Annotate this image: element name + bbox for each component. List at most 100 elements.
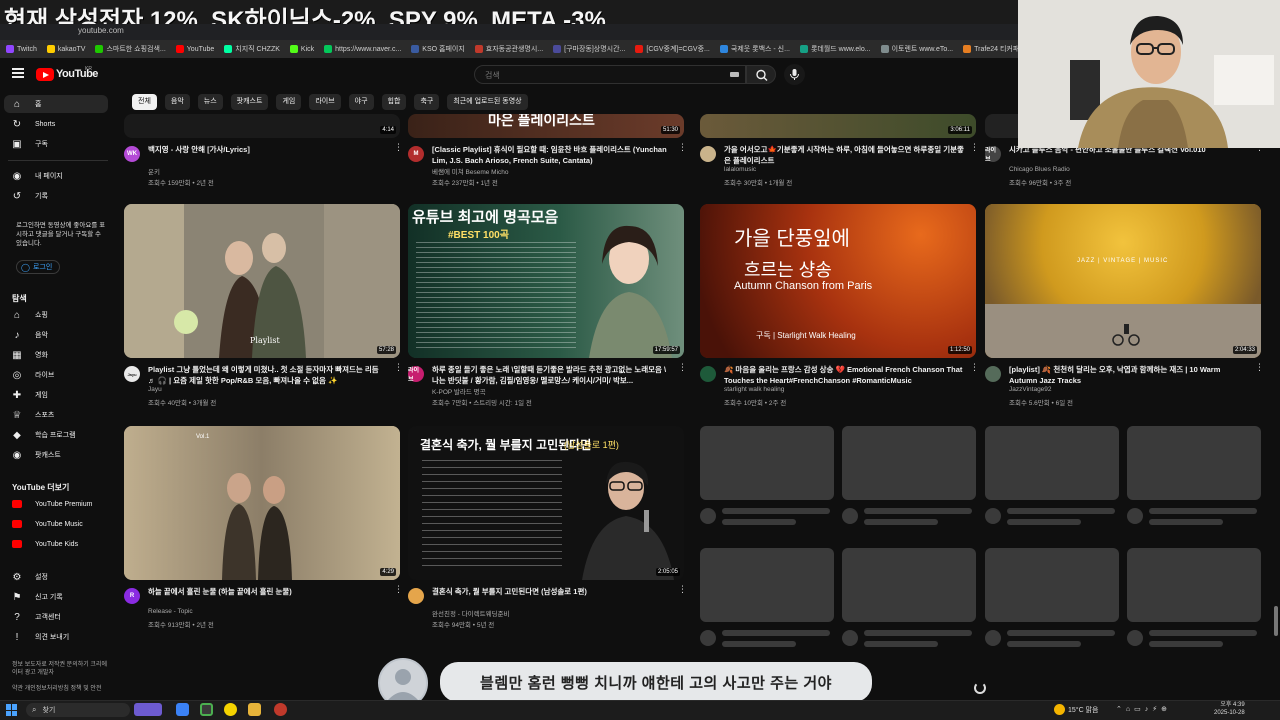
sidebar-item[interactable]: ↺ 기록 <box>4 187 108 205</box>
bookmark-item[interactable]: KSO 홈페이지 <box>411 44 465 54</box>
taskbar-app-explorer[interactable] <box>248 703 261 716</box>
video-thumbnail[interactable]: 가을 단풍잎에 흐르는 샹송 Autumn Chanson from Paris 구독… <box>700 204 976 358</box>
more-options-icon[interactable]: ⋮ <box>970 143 979 152</box>
video-thumbnail[interactable]: 4:14 <box>124 114 400 138</box>
taskbar-app-copilot[interactable] <box>176 703 189 716</box>
sidebar-item[interactable]: ▣ 구독 <box>4 135 108 153</box>
channel-name[interactable]: Chicago Blues Radio <box>1009 166 1070 173</box>
voice-search-button[interactable] <box>784 64 805 85</box>
video-title[interactable]: 🍂 마음을 울리는 프랑스 감성 상송 💔 Emotional French C… <box>724 364 964 386</box>
windows-start-icon[interactable] <box>6 704 18 716</box>
taskbar-app-kakao[interactable] <box>224 703 237 716</box>
filter-chip[interactable]: 라이브 <box>309 94 341 110</box>
footer-links[interactable]: 정보 보도자료 저작권 문의하기 크리에이터 광고 개발자 <box>12 661 108 677</box>
filter-chip[interactable]: 뉴스 <box>197 94 223 110</box>
video-title[interactable]: 백지영 - 사랑 안해 [가사/Lyrics] <box>148 144 388 155</box>
channel-name[interactable]: Release - Topic <box>148 608 193 615</box>
sidebar-item[interactable]: ◆ 학습 프로그램 <box>4 426 108 444</box>
channel-avatar[interactable]: 라이브 <box>985 146 1001 163</box>
video-thumbnail[interactable]: 유튜브 최고에 명곡모음 #BEST 100곡 17:59:57 <box>408 204 684 358</box>
bookmark-item[interactable]: Twitch <box>6 45 37 53</box>
filter-chip[interactable]: 게임 <box>276 94 302 110</box>
video-thumbnail[interactable]: Vol.1 4:29 <box>124 426 400 580</box>
channel-name[interactable]: starlight walk healing <box>724 386 784 393</box>
sidebar-item[interactable]: YouTube Premium <box>4 495 108 513</box>
taskbar-clock[interactable]: 오후 4:39 2025-10-28 <box>1214 701 1245 717</box>
more-options-icon[interactable]: ⋮ <box>1255 363 1264 372</box>
bookmark-item[interactable]: 이토렌트 www.eTo... <box>880 44 953 54</box>
sidebar-item[interactable]: ◎ 라이브 <box>4 366 108 384</box>
channel-avatar[interactable]: 라이브 <box>408 366 424 383</box>
more-options-icon[interactable]: ⋮ <box>394 585 403 594</box>
sidebar-item[interactable]: ↻ Shorts <box>4 115 108 133</box>
channel-name[interactable]: Jayu <box>148 386 162 393</box>
video-thumbnail[interactable]: 결혼식 축가, 뭘 부를지 고민된다면 (남성솔로 1편) 2:05:05 <box>408 426 684 580</box>
filter-chip[interactable]: 음악 <box>164 94 190 110</box>
sidebar-item[interactable]: ⚙ 설정 <box>4 568 108 586</box>
filter-chip[interactable]: 전체 <box>132 94 157 110</box>
bookmark-item[interactable]: 롯데월드 www.elo... <box>799 44 871 54</box>
video-title[interactable]: [Classic Playlist] 휴식이 필요할 때: 임윤찬 바흐 플레이… <box>432 144 672 166</box>
address-bar[interactable] <box>0 24 1020 40</box>
video-title[interactable]: 가을 어서오고🍁기분좋게 시작하는 하루, 아침에 들어놓으면 하루종일 기분좋… <box>724 144 964 166</box>
more-options-icon[interactable]: ⋮ <box>970 363 979 372</box>
filter-chip[interactable]: 축구 <box>414 94 440 110</box>
bookmark-item[interactable]: 효자동공관생명시... <box>474 44 543 54</box>
sidebar-item[interactable]: ⌂ 쇼핑 <box>4 306 108 324</box>
more-options-icon[interactable]: ⋮ <box>394 363 403 372</box>
footer-legal-links[interactable]: 약관 개인정보처리방침 정책 및 안전 <box>12 685 108 693</box>
bookmark-item[interactable]: [구마장동]상명시간... <box>553 44 625 54</box>
sidebar-item[interactable]: ◉ 내 페이지 <box>4 167 108 185</box>
keyboard-icon[interactable] <box>730 72 739 77</box>
bookmark-item[interactable]: kakaoTV <box>46 45 85 53</box>
channel-avatar[interactable]: M <box>408 146 424 162</box>
channel-avatar[interactable] <box>985 366 1001 382</box>
sidebar-item[interactable]: ? 고객센터 <box>4 608 108 626</box>
taskbar-app-obs[interactable] <box>274 703 287 716</box>
sidebar-item[interactable]: ♕ 스포츠 <box>4 406 108 424</box>
login-button[interactable]: ◯ 로그인 <box>16 260 60 274</box>
taskbar-weather[interactable]: 15°C 맑음 <box>1068 705 1098 715</box>
video-thumbnail[interactable]: JAZZ | VINTAGE | MUSIC 2:04:33 <box>985 204 1261 358</box>
search-input[interactable] <box>485 69 715 81</box>
more-options-icon[interactable]: ⋮ <box>394 143 403 152</box>
sidebar-item[interactable]: YouTube Kids <box>4 535 108 553</box>
sidebar-item[interactable]: ! 의견 보내기 <box>4 628 108 646</box>
system-tray-icons[interactable]: ⌃⌂▭♪⚡⊕ <box>1116 705 1171 713</box>
channel-avatar[interactable] <box>700 146 716 162</box>
video-thumbnail[interactable]: Playlist 57:28 <box>124 204 400 358</box>
youtube-logo-icon[interactable] <box>36 68 54 81</box>
channel-avatar[interactable]: WK <box>124 146 140 162</box>
bookmark-item[interactable]: Kick <box>289 45 314 53</box>
video-title[interactable]: Playlist 그냥 틀었는데 왜 이렇게 미쳤나.. 첫 소절 듣자마자 빠… <box>148 364 388 386</box>
taskbar-search[interactable]: ⌕ 찾기 <box>26 703 130 717</box>
search-box[interactable] <box>474 65 746 84</box>
channel-name[interactable]: lalalomusic <box>724 166 756 173</box>
video-title[interactable]: [playlist] 🍂 천천히 달리는 오후, 낙엽과 함께하는 재즈 | 1… <box>1009 364 1249 386</box>
bookmark-item[interactable]: Trafe24 티커패 <box>963 44 1019 54</box>
channel-name[interactable]: 베쌤에 미쳐 Beseme Micho <box>432 166 509 176</box>
video-thumbnail[interactable]: 마은 플레이리스트 51:30 <box>408 114 684 138</box>
bookmark-item[interactable]: [CGV중계]=CGV중... <box>635 44 710 54</box>
sidebar-item[interactable]: ▦ 영화 <box>4 346 108 364</box>
video-title[interactable]: 하늘 끝에서 흘린 눈물 (하늘 끝에서 흘린 눈물) <box>148 586 388 597</box>
channel-name[interactable]: 완선친정 - 다이렉트웨딩준비 <box>432 608 510 618</box>
more-options-icon[interactable]: ⋮ <box>678 585 687 594</box>
channel-name[interactable]: K-POP 발라드 명곡 <box>432 386 486 396</box>
bookmark-item[interactable]: 스마트한 쇼핑검색... <box>95 44 166 54</box>
filter-chip[interactable]: 힙합 <box>381 94 407 110</box>
channel-avatar[interactable] <box>700 366 716 382</box>
bookmark-item[interactable]: YouTube <box>175 45 214 53</box>
more-options-icon[interactable]: ⋮ <box>678 143 687 152</box>
channel-avatar[interactable]: R <box>124 588 140 604</box>
scrollbar[interactable] <box>1274 606 1278 636</box>
channel-name[interactable]: JazzVintage92 <box>1009 386 1052 393</box>
channel-name[interactable]: 운키 <box>148 166 160 176</box>
filter-chip[interactable]: 야구 <box>348 94 374 110</box>
taskbar-app-chrome[interactable] <box>200 703 213 716</box>
channel-avatar[interactable]: Jayu <box>124 366 140 382</box>
sidebar-item[interactable]: ✚ 게임 <box>4 386 108 404</box>
video-title[interactable]: 결혼식 축가, 뭘 부를지 고민된다면 (남성솔로 1편) <box>432 586 672 597</box>
filter-chip[interactable]: 최근에 업로드된 동영상 <box>447 94 528 110</box>
sidebar-item[interactable]: ♪ 음악 <box>4 326 108 344</box>
